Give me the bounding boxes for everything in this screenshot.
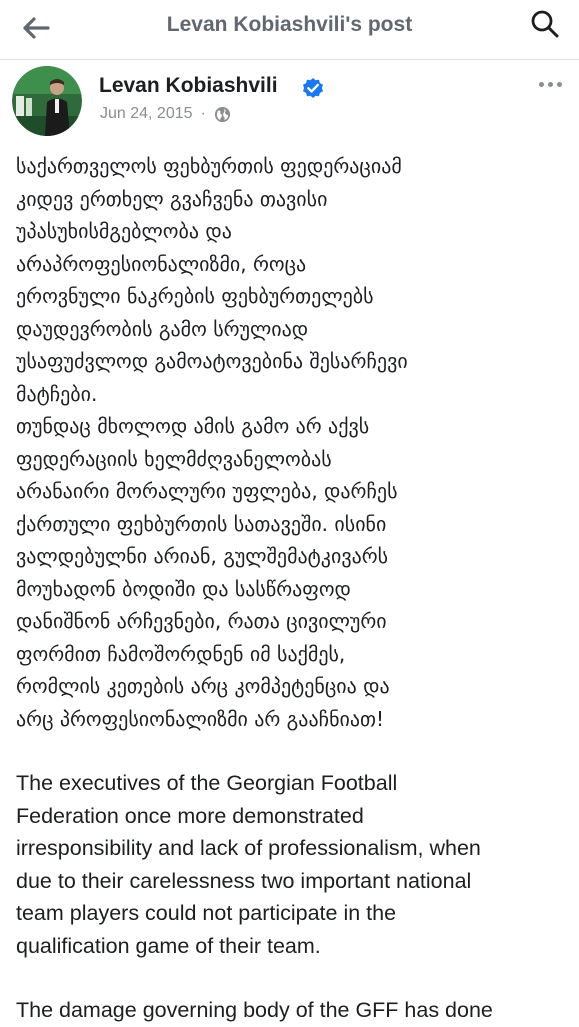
text-line: qualification game of their team.	[16, 933, 321, 958]
top-navigation-bar: Levan Kobiashvili's post	[0, 0, 579, 60]
profile-photo	[12, 66, 82, 136]
georgian-paragraph-1: საქართველოს ფეხბურთის ფედერაციამ კიდევ ე…	[16, 150, 564, 410]
text-line: რომლის კეთების არც კომპეტენცია და	[16, 674, 390, 698]
post-date[interactable]: Jun 24, 2015	[100, 105, 193, 123]
english-paragraph-1: The executives of the Georgian Football …	[16, 767, 564, 962]
text-line: ფედერაციის ხელმძღვანელობას	[16, 446, 332, 471]
text-line: არც პროფესიონალიზმი არ გააჩნიათ!	[16, 706, 385, 731]
more-horizontal-icon	[547, 81, 553, 87]
text-line: ვალდებულნი არიან, გულშემატკივარს	[16, 544, 389, 568]
text-line: არანაირი მორალური უფლება, დარჩეს	[16, 479, 398, 503]
more-horizontal-icon	[556, 81, 562, 87]
text-line: ფორმით ჩამოშორდნენ იმ საქმეს,	[16, 641, 346, 666]
text-line: Federation once more demonstrated	[16, 803, 364, 828]
text-line: team players could not participate in th…	[16, 901, 397, 925]
text-line: დანიშნონ არჩევნები, რათა ცივილური	[16, 609, 387, 633]
english-paragraph-2: The damage governing body of the GFF has…	[16, 994, 564, 1027]
georgian-paragraph-2: თუნდაც მხოლოდ ამის გამო არ აქვს ფედერაცი…	[16, 410, 564, 735]
text-line: ეროვნული ნაკრების ფეხბურთელებს	[16, 284, 374, 308]
text-line: თუნდაც მხოლოდ ამის გამო არ აქვს	[16, 414, 370, 438]
text-line: The damage governing body of the GFF has…	[16, 998, 493, 1022]
text-line: due to their carelessness two important …	[16, 868, 472, 893]
more-options-button[interactable]	[533, 74, 567, 94]
meta-separator: ·	[200, 105, 206, 122]
post-header: Levan Kobiashvili Jun 24, 2015 ·	[0, 60, 579, 150]
page-title: Levan Kobiashvili's post	[166, 13, 413, 36]
avatar[interactable]	[12, 66, 82, 136]
text-line: მოუხადონ ბოდიში და სასწრაფოდ	[16, 576, 351, 601]
text-line: ქართული ფეხბურთის სათავეში. ისინი	[16, 511, 387, 536]
arrow-left-icon	[23, 17, 50, 39]
text-line: The executives of the Georgian Football	[16, 771, 398, 795]
text-line: კიდევ ერთხელ გვაჩვენა თავისი	[16, 186, 328, 211]
text-line: დაუდევრობის გამო სრულიად	[16, 316, 309, 341]
globe-icon	[214, 106, 230, 122]
text-line: მატჩები.	[16, 381, 98, 406]
verified-badge-icon	[301, 76, 325, 100]
text-line: უპასუხისმგებლობა და	[16, 219, 232, 243]
post-meta: Jun 24, 2015 ·	[100, 105, 231, 123]
back-button[interactable]	[16, 8, 56, 48]
more-horizontal-icon	[538, 81, 544, 87]
author-name[interactable]: Levan Kobiashvili	[99, 74, 278, 98]
text-line: უსაფუძვლოდ გამოატოვებინა შესარჩევი	[16, 349, 408, 373]
post-body: საქართველოს ფეხბურთის ფედერაციამ კიდევ ე…	[16, 150, 564, 1027]
text-line: არაპროფესიონალიზმი, როცა	[16, 251, 307, 276]
search-button[interactable]	[525, 4, 565, 44]
text-line: irresponsibility and lack of professiona…	[16, 836, 481, 860]
search-icon	[531, 10, 559, 38]
text-line: საქართველოს ფეხბურთის ფედერაციამ	[16, 154, 402, 178]
